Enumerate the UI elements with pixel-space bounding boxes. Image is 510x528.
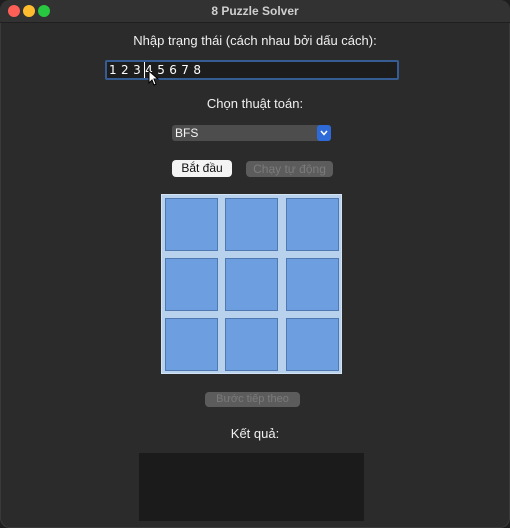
state-input-label: Nhập trạng thái (cách nhau bởi dấu cách)… <box>133 33 377 48</box>
title-bar: 8 Puzzle Solver <box>0 0 510 23</box>
text-caret <box>144 62 145 78</box>
puzzle-tile[interactable] <box>225 258 278 311</box>
algorithm-selected-value: BFS <box>175 126 199 140</box>
app-window: 8 Puzzle Solver Nhập trạng thái (cách nh… <box>0 0 510 528</box>
algorithm-select[interactable]: BFS <box>172 125 331 141</box>
puzzle-tile[interactable] <box>286 318 339 371</box>
next-step-button[interactable]: Bước tiếp theo <box>205 392 300 407</box>
puzzle-tile[interactable] <box>165 318 218 371</box>
puzzle-tile[interactable] <box>165 258 218 311</box>
algorithm-label: Chọn thuật toán: <box>206 96 304 111</box>
puzzle-tile[interactable] <box>225 198 278 251</box>
mouse-cursor-icon <box>148 70 160 86</box>
puzzle-tile[interactable] <box>165 198 218 251</box>
puzzle-tile[interactable] <box>225 318 278 371</box>
start-button[interactable]: Bắt đầu <box>172 160 232 177</box>
result-label: Kết quả: <box>230 426 280 441</box>
puzzle-tile[interactable] <box>286 198 339 251</box>
auto-run-button[interactable]: Chạy tự động <box>246 161 333 177</box>
window-title: 8 Puzzle Solver <box>211 4 299 18</box>
puzzle-board <box>161 194 342 374</box>
result-output <box>139 453 364 521</box>
puzzle-tile[interactable] <box>286 258 339 311</box>
chevron-down-icon <box>317 125 331 141</box>
